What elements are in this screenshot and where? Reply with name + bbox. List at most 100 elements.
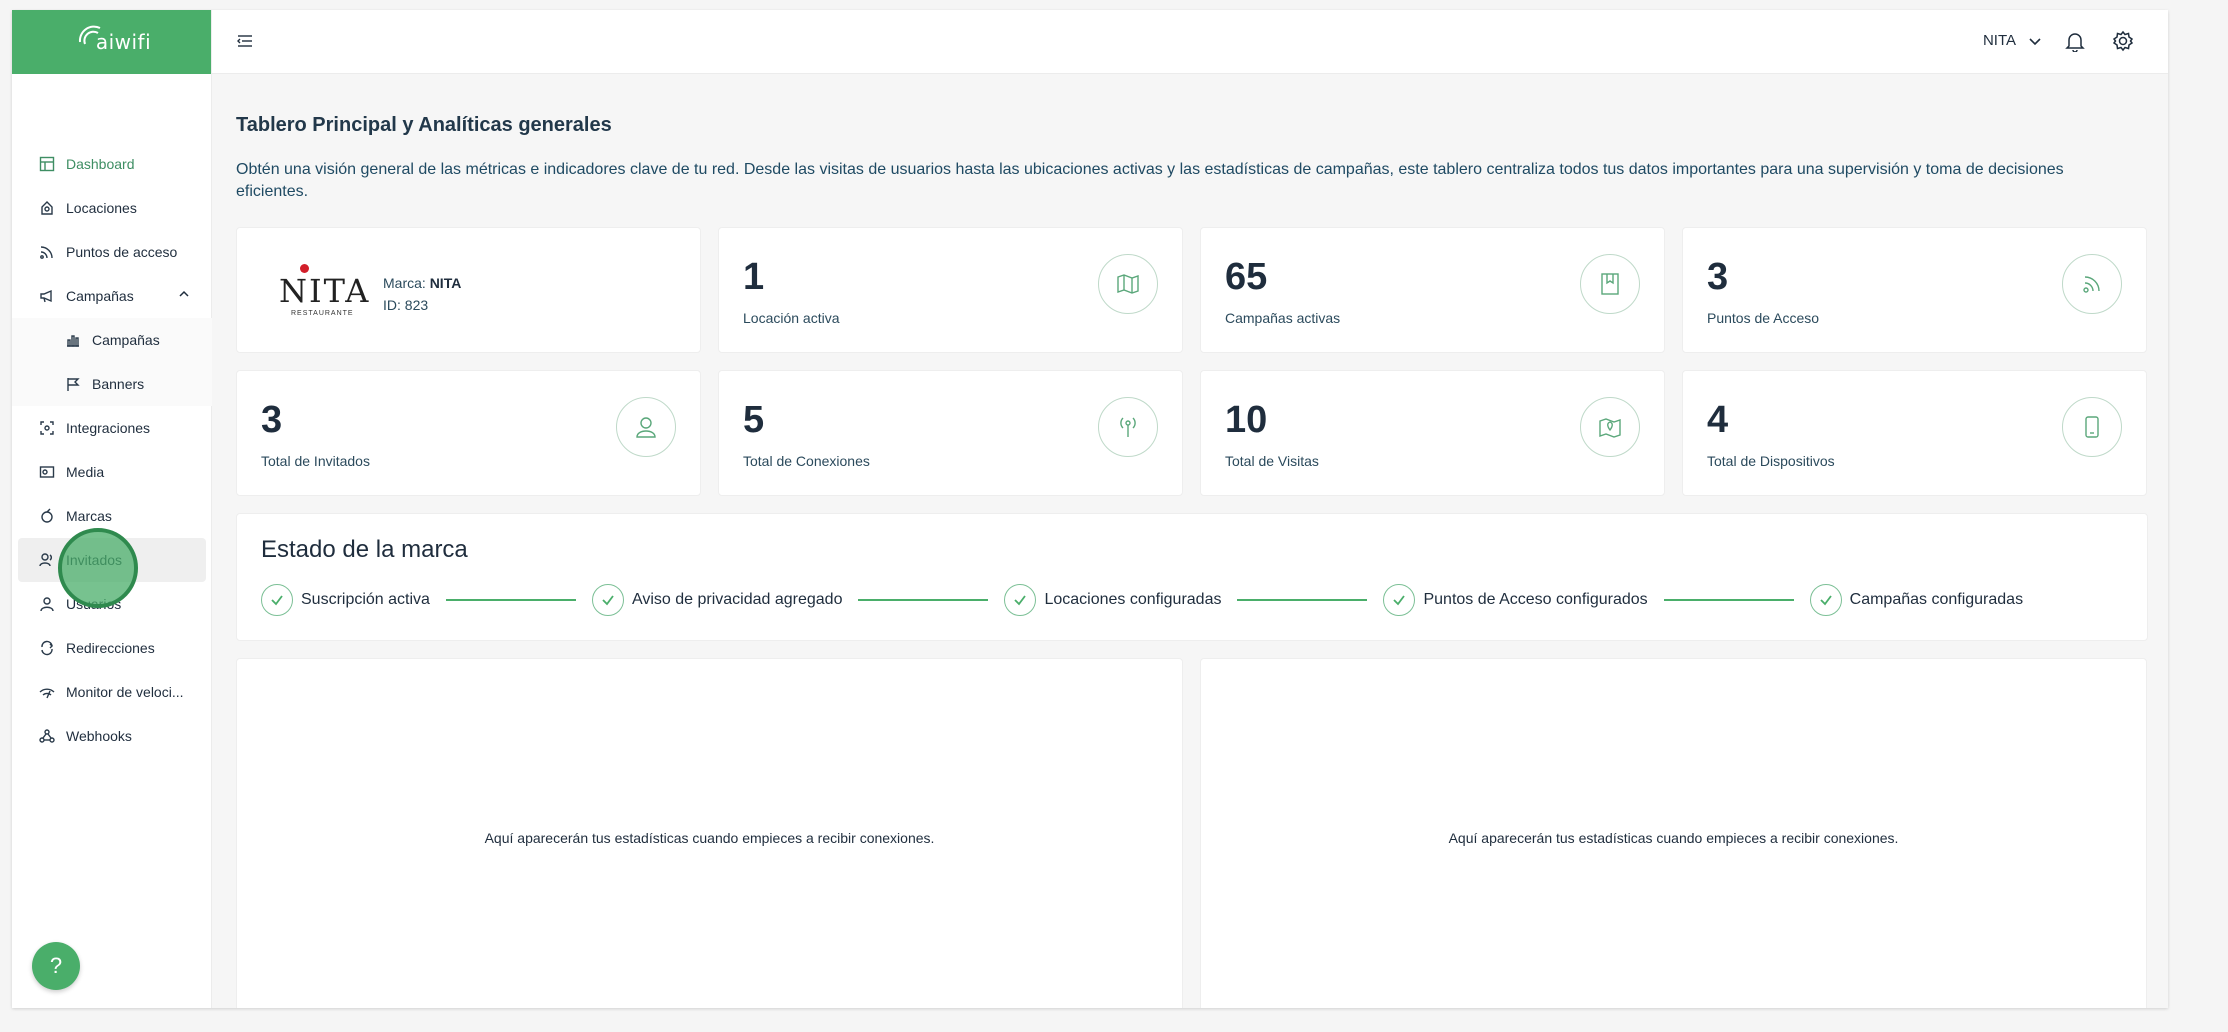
map-icon <box>1098 254 1158 314</box>
status-steps: Suscripción activa Aviso de privacidad a… <box>261 584 2023 616</box>
stat-label: Puntos de Acceso <box>1707 310 1820 326</box>
status-step: Puntos de Acceso configurados <box>1383 584 1648 616</box>
sidebar-item-label: Puntos de acceso <box>66 244 178 260</box>
sidebar-item-webhooks[interactable]: Webhooks <box>12 714 212 758</box>
campanas-submenu: Campañas Banners <box>12 318 212 406</box>
check-icon <box>1383 584 1416 616</box>
sidebar-item-integraciones[interactable]: Integraciones <box>12 406 212 450</box>
sidebar-item-redirecciones[interactable]: Redirecciones <box>12 626 212 670</box>
brand-id: ID: 823 <box>383 297 429 313</box>
sidebar-item-label: Redirecciones <box>66 640 155 656</box>
brand-marca-label: Marca: <box>383 275 426 291</box>
status-step-label: Locaciones configuradas <box>1044 591 1222 608</box>
stat-card-visitas: 10 Total de Visitas <box>1200 370 1665 496</box>
sidebar-subitem-label: Banners <box>92 376 145 392</box>
brand-logo: NITA RESTAURANTE <box>277 262 368 322</box>
bell-icon[interactable] <box>2064 30 2086 52</box>
empty-state-text: Aquí aparecerán tus estadísticas cuando … <box>484 830 935 846</box>
status-step: Aviso de privacidad agregado <box>591 584 842 616</box>
brands-icon <box>38 507 56 525</box>
topbar: NITA <box>212 10 2168 74</box>
media-icon <box>38 463 56 481</box>
status-step-label: Puntos de Acceso configurados <box>1423 591 1648 608</box>
sidebar-item-locaciones[interactable]: Locaciones <box>12 186 212 230</box>
charts-row: Aquí aparecerán tus estadísticas cuando … <box>236 658 2148 1008</box>
sidebar-nav: Dashboard Locaciones Puntos de acceso Ca… <box>12 142 212 758</box>
access-point-icon <box>38 243 56 261</box>
stat-card-campanas: 65 Campañas activas <box>1200 227 1665 353</box>
integrations-icon <box>38 419 56 437</box>
status-step: Campañas configuradas <box>1809 584 2024 616</box>
step-connector <box>1663 599 1794 601</box>
user-menu[interactable]: NITA <box>1983 32 2042 49</box>
bookmark-icon <box>1580 254 1640 314</box>
antenna-icon <box>1098 397 1158 457</box>
dashboard-icon <box>38 155 56 173</box>
guest-icon <box>616 397 676 457</box>
stat-card-conexiones: 5 Total de Conexiones <box>718 370 1183 496</box>
app-window: aiwifi Dashboard Locaciones Puntos de ac… <box>12 10 2168 1008</box>
webhook-icon <box>38 727 56 745</box>
sidebar-item-media[interactable]: Media <box>12 450 212 494</box>
sidebar-subitem-campanas[interactable]: Campañas <box>12 318 212 362</box>
gear-icon[interactable] <box>2112 30 2134 52</box>
chart-empty-left: Aquí aparecerán tus estadísticas cuando … <box>236 658 1183 1008</box>
main-content: Tablero Principal y Analíticas generales… <box>236 74 2148 1008</box>
page-description: Obtén una visión general de las métricas… <box>236 161 2064 200</box>
stat-value: 5 <box>743 399 765 441</box>
stat-value: 4 <box>1707 399 1729 441</box>
status-step: Suscripción activa <box>261 584 430 616</box>
sidebar-item-label: Campañas <box>66 288 134 304</box>
sidebar-item-dashboard[interactable]: Dashboard <box>12 142 212 186</box>
sidebar-item-label: Dashboard <box>66 156 135 172</box>
help-button[interactable]: ? <box>32 942 80 990</box>
status-step-label: Suscripción activa <box>301 591 430 608</box>
brand-status-panel: Estado de la marca Suscripción activa Av… <box>236 513 2148 641</box>
sidebar: aiwifi Dashboard Locaciones Puntos de ac… <box>12 10 212 1008</box>
flag-icon <box>64 375 82 393</box>
sidebar-item-label: Invitados <box>66 552 123 568</box>
step-connector <box>858 599 989 601</box>
user-name: NITA <box>1982 32 2016 49</box>
sidebar-subitem-label: Campañas <box>92 332 160 348</box>
sidebar-item-invitados[interactable]: Invitados <box>18 538 206 582</box>
step-connector <box>445 599 576 601</box>
stat-label: Total de Dispositivos <box>1707 453 1835 469</box>
sidebar-item-marcas[interactable]: Marcas <box>12 494 212 538</box>
sidebar-item-label: Marcas <box>66 508 112 524</box>
sidebar-subitem-banners[interactable]: Banners <box>12 362 212 406</box>
megaphone-icon <box>38 287 56 305</box>
stat-label: Total de Invitados <box>261 453 370 469</box>
map-pin-icon <box>1580 397 1640 457</box>
status-step-label: Campañas configuradas <box>1849 591 2024 608</box>
chart-empty-right: Aquí aparecerán tus estadísticas cuando … <box>1200 658 2147 1008</box>
sidebar-item-puntos-de-acceso[interactable]: Puntos de acceso <box>12 230 212 274</box>
stat-value: 3 <box>261 399 283 441</box>
stat-value: 65 <box>1225 256 1268 298</box>
guests-icon <box>38 551 56 569</box>
check-icon <box>1004 584 1037 616</box>
sidebar-item-campanas[interactable]: Campañas <box>12 274 212 318</box>
page-title: Tablero Principal y Analíticas generales <box>236 114 612 136</box>
wifi-logo-icon <box>78 25 101 45</box>
app-logo[interactable]: aiwifi <box>12 10 211 74</box>
chevron-up-icon[interactable] <box>178 288 190 300</box>
phone-icon <box>2062 397 2122 457</box>
wifi-signal-icon <box>2062 254 2122 314</box>
sidebar-item-monitor[interactable]: Monitor de veloci... <box>12 670 212 714</box>
sidebar-item-label: Monitor de veloci... <box>66 684 184 700</box>
stat-label: Total de Visitas <box>1225 453 1319 469</box>
stat-card-puntos-acceso: 3 Puntos de Acceso <box>1682 227 2147 353</box>
brand-marca-value: NITA <box>429 275 462 291</box>
redirect-icon <box>38 639 56 657</box>
user-icon <box>38 595 56 613</box>
sidebar-item-usuarios[interactable]: Usuarios <box>12 582 212 626</box>
stat-label: Total de Conexiones <box>743 453 870 469</box>
check-icon <box>591 584 624 616</box>
step-connector <box>1237 599 1368 601</box>
sidebar-item-label: Integraciones <box>66 420 151 436</box>
menu-collapse-icon[interactable] <box>236 32 254 50</box>
stat-card-locaciones: 1 Locación activa <box>718 227 1183 353</box>
check-icon <box>1809 584 1842 616</box>
sidebar-item-label: Media <box>66 464 105 480</box>
